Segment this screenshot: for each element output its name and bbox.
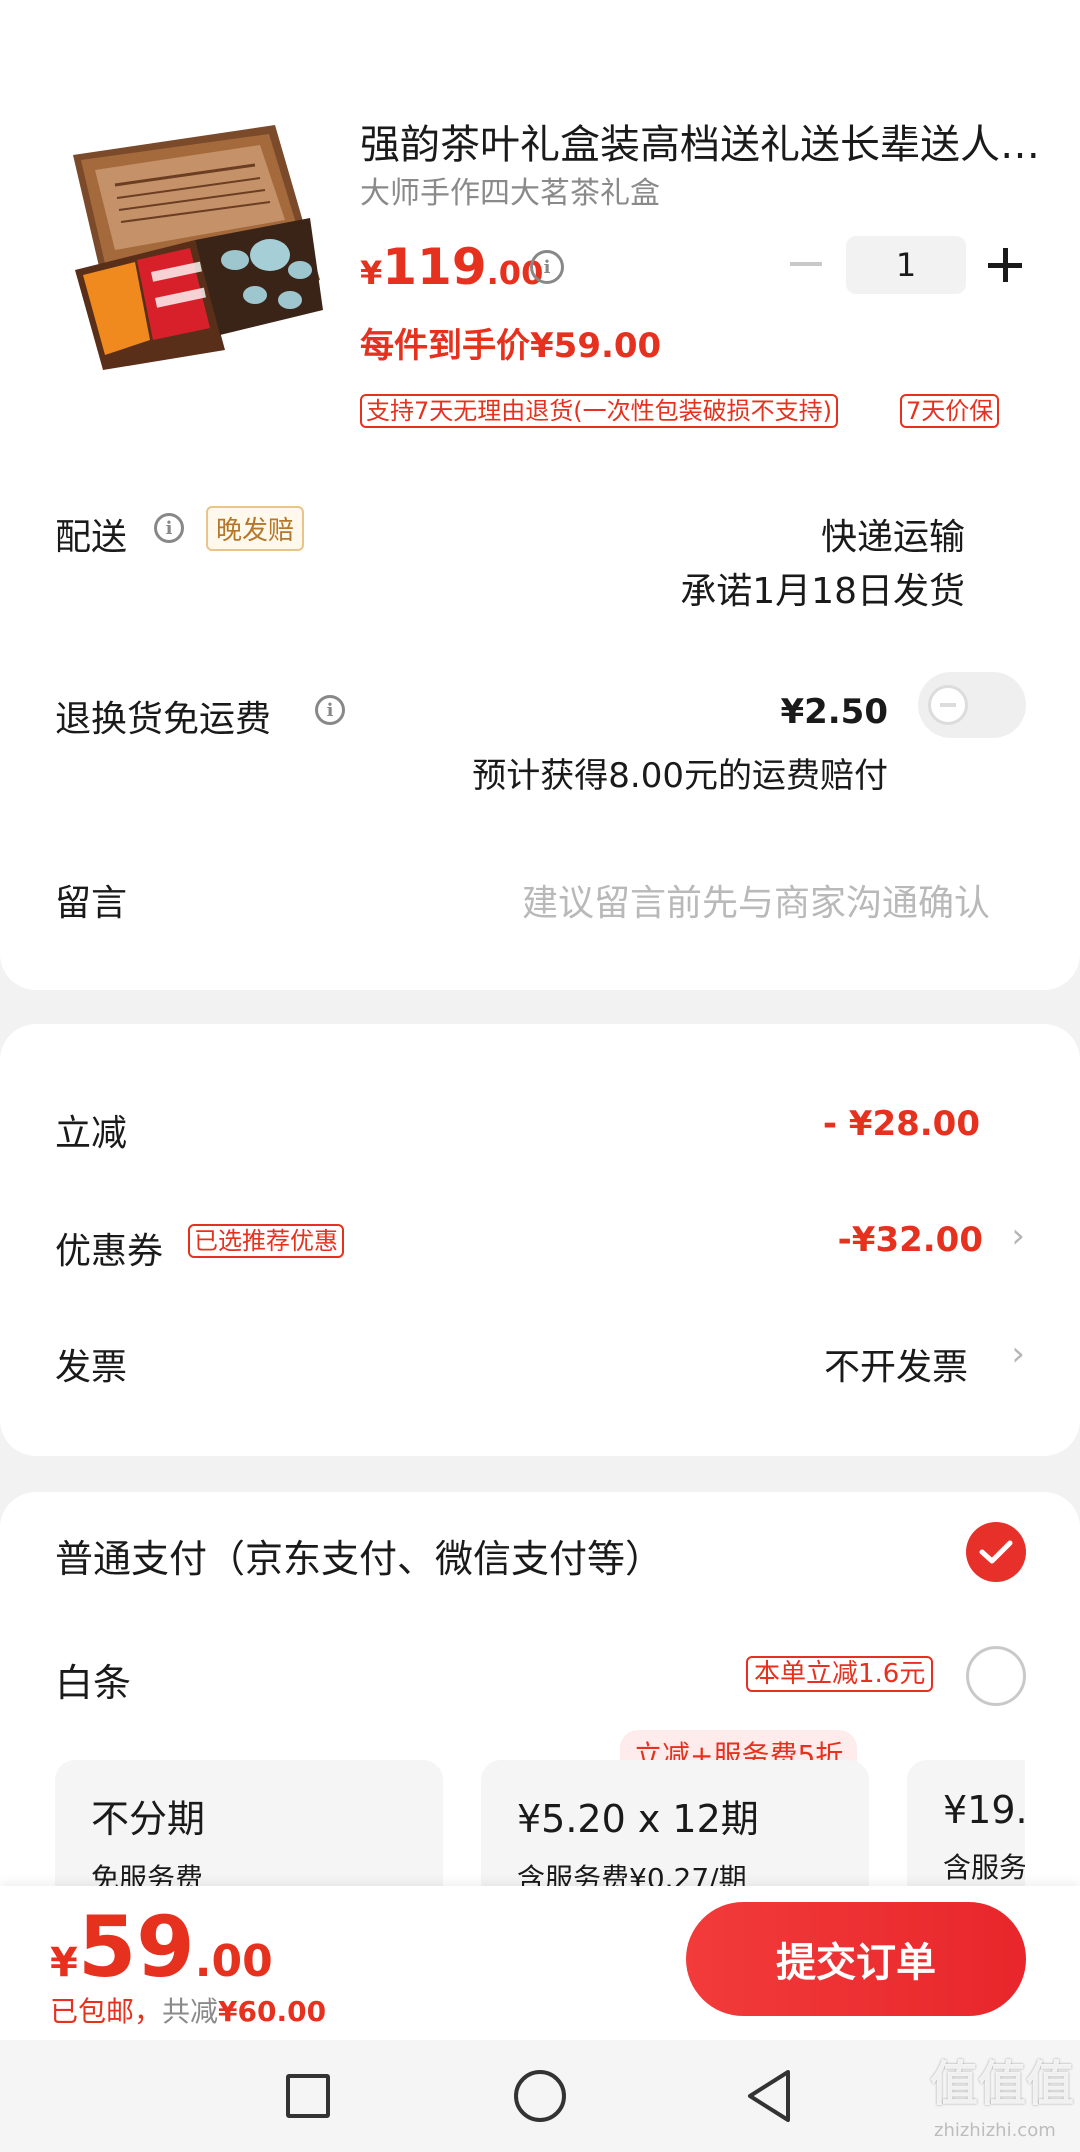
installment-option-title: ¥5.20 x 12期 [517, 1797, 759, 1841]
return-policy-tag: 支持7天无理由退货(一次性包装破损不支持) [360, 394, 838, 428]
invoice-value[interactable]: 不开发票 [824, 1338, 968, 1390]
installment-option-title: 不分期 [91, 1797, 206, 1841]
late-compensation-badge: 晚发赔 [206, 506, 305, 551]
coupon-badge: 已选推荐优惠 [188, 1224, 344, 1258]
delivery-info-icon[interactable]: i [154, 513, 184, 543]
savings-summary: 已包邮，共减¥60.00 [50, 1990, 326, 2030]
delivery-method[interactable]: 快递运输 [821, 508, 965, 560]
baitiao-label[interactable]: 白条 [55, 1652, 131, 1707]
return-shipping-label: 退换货免运费 [55, 699, 272, 740]
discount-card: 立减 - ¥28.00 优惠券 已选推荐优惠 -¥32.00 › 发票 不开发票… [0, 1024, 1080, 1456]
recent-apps-icon[interactable] [286, 2074, 330, 2118]
checkout-bar: ¥59.00 已包邮，共减¥60.00 提交订单 [0, 1886, 1080, 2040]
price-symbol: ¥ [360, 254, 383, 292]
baitiao-radio[interactable] [966, 1646, 1026, 1706]
delivery-label: 配送 [55, 517, 128, 558]
watermark-site: zhizhizhi.com [934, 2120, 1056, 2141]
free-shipping-note: 已包邮， [50, 1995, 163, 2028]
message-input[interactable]: 建议留言前先与商家沟通确认 [522, 874, 990, 926]
installment-option-title: ¥19. [943, 1788, 1025, 1832]
product-price: ¥119.00 [360, 238, 543, 296]
total-price: ¥59.00 [50, 1898, 273, 1996]
watermark-logo: 值值值 [930, 2056, 1075, 2112]
quantity-value[interactable]: 1 [846, 236, 966, 294]
delivery-promise: 承诺1月18日发货 [680, 571, 965, 612]
message-label: 留言 [55, 883, 128, 924]
normal-payment-checked-icon[interactable] [966, 1522, 1026, 1582]
coupon-chevron-icon[interactable]: › [1011, 1216, 1025, 1256]
return-shipping-price: ¥2.50 [780, 692, 888, 732]
return-shipping-info-icon[interactable]: i [315, 695, 345, 725]
total-decimal: .00 [194, 1936, 273, 1987]
saved-value: ¥60.00 [218, 1995, 327, 2028]
product-image[interactable] [55, 110, 325, 380]
submit-order-button[interactable]: 提交订单 [686, 1902, 1026, 2016]
coupon-label: 优惠券 [55, 1231, 164, 1272]
system-nav-bar: 值值值 zhizhizhi.com [0, 2040, 1080, 2152]
instant-discount-value: - ¥28.00 [822, 1104, 980, 1144]
saved-prefix: 共减 [162, 1995, 219, 2028]
quantity-increase-button[interactable] [988, 248, 1022, 282]
invoice-chevron-icon[interactable]: › [1011, 1334, 1025, 1374]
tea-gift-box-image [73, 125, 323, 370]
normal-payment-label[interactable]: 普通支付（京东支付、微信支付等） [55, 1528, 663, 1583]
back-icon[interactable] [744, 2068, 794, 2124]
price-integer: 119 [382, 238, 487, 296]
invoice-label: 发票 [55, 1347, 128, 1388]
total-integer: 59 [77, 1898, 195, 1996]
home-icon[interactable] [514, 2070, 566, 2122]
price-protect-tag: 7天价保 [900, 394, 1000, 428]
order-detail-card: 强韵茶叶礼盒装高档送礼送长辈送人… 大师手作四大茗茶礼盒 ¥119.00 i 1… [0, 0, 1080, 990]
total-symbol: ¥ [50, 1940, 78, 1986]
coupon-value[interactable]: -¥32.00 [838, 1220, 983, 1260]
installment-option-sub: 含服务 [943, 1851, 1025, 1884]
product-spec[interactable]: 大师手作四大茗茶礼盒 [360, 168, 660, 212]
return-shipping-toggle[interactable] [918, 672, 1026, 738]
return-shipping-desc: 预计获得8.00元的运费赔付 [472, 756, 888, 796]
per-item-price: 每件到手价¥59.00 [360, 326, 662, 366]
baitiao-discount-badge: 本单立减1.6元 [746, 1656, 934, 1692]
toggle-knob-icon [928, 685, 968, 725]
product-title[interactable]: 强韵茶叶礼盒装高档送礼送长辈送人… [360, 112, 1040, 170]
price-info-icon[interactable]: i [530, 250, 564, 284]
quantity-decrease-button[interactable] [790, 262, 822, 266]
instant-discount-label: 立减 [55, 1113, 128, 1154]
